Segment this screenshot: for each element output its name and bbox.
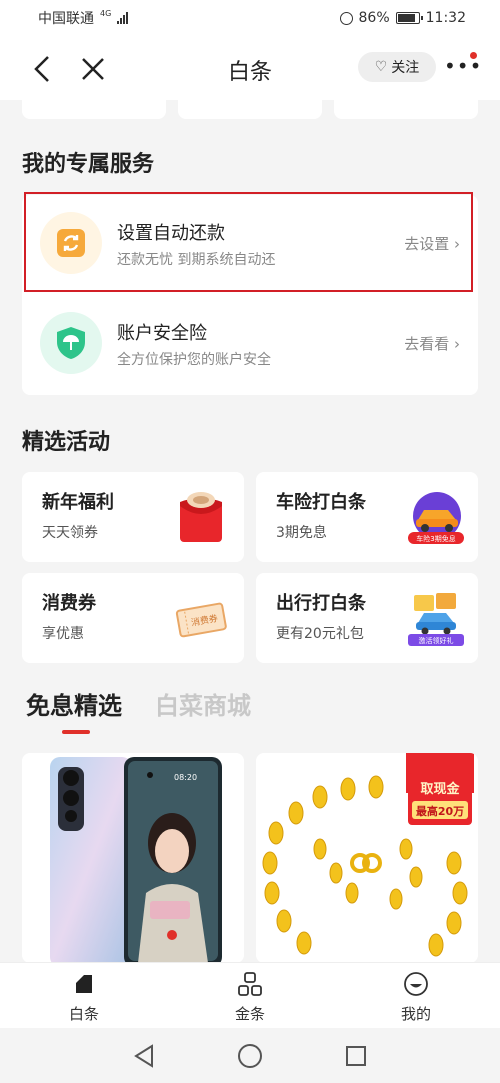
system-back-icon[interactable] xyxy=(133,1044,155,1068)
activity-title: 消费券 xyxy=(42,593,96,614)
activity-coupon[interactable]: 消费券 享优惠 消费券 xyxy=(22,573,244,663)
battery-percent: 86% xyxy=(358,10,390,26)
follow-label: 关注 xyxy=(391,60,420,76)
travel-car-icon: 激活领好礼 xyxy=(408,593,464,646)
grid-icon xyxy=(238,972,262,996)
service-account-insurance[interactable]: 账户安全险 全方位保护您的账户安全 去看看 › xyxy=(22,295,478,391)
badge-text: 车险3期免息 xyxy=(416,534,455,543)
smiley-icon xyxy=(404,972,428,996)
tab-interest-free[interactable]: 免息精选 xyxy=(26,686,122,721)
bottom-tab-bar: 白条 金条 我的 xyxy=(0,962,500,1028)
follow-button[interactable]: ♡ 关注 xyxy=(358,52,436,82)
tab-baicai-mall[interactable]: 白菜商城 xyxy=(155,686,251,721)
system-nav-bar xyxy=(0,1028,500,1083)
highlight-box xyxy=(24,192,473,292)
signal-icon xyxy=(117,12,129,24)
battery-icon xyxy=(395,12,423,24)
activity-subtitle: 3期免息 xyxy=(276,525,327,541)
gold-necklace-image: 取现金 最高20万 xyxy=(262,753,474,957)
service-subtitle: 全方位保护您的账户安全 xyxy=(117,352,271,368)
activities-title: 精选活动 xyxy=(22,430,111,455)
more-dots-icon[interactable]: ••• xyxy=(444,54,482,78)
service-title: 账户安全险 xyxy=(117,323,207,344)
activity-new-year[interactable]: 新年福利 天天领券 xyxy=(22,472,244,562)
activity-travel[interactable]: 出行打白条 更有20元礼包 激活领好礼 xyxy=(256,573,478,663)
bottom-tab-baitiao[interactable]: 白条 xyxy=(44,971,124,1024)
cut-off-cards xyxy=(0,100,500,120)
notification-dot xyxy=(470,52,477,59)
alarm-icon xyxy=(339,11,353,25)
heart-icon: ♡ xyxy=(374,59,388,75)
activity-title: 车险打白条 xyxy=(276,492,366,513)
bottom-tab-jintiao[interactable]: 金条 xyxy=(210,971,290,1024)
phone-screen-time: 08:20 xyxy=(174,773,197,782)
services-title: 我的专属服务 xyxy=(22,152,155,177)
coupon-icon: 消费券 xyxy=(175,602,227,638)
bottom-tab-mine[interactable]: 我的 xyxy=(376,971,456,1024)
product-phone[interactable]: 08:20 xyxy=(22,753,244,963)
network-type: 4G xyxy=(100,9,112,18)
activity-subtitle: 享优惠 xyxy=(42,626,84,642)
system-recent-icon[interactable] xyxy=(346,1046,366,1066)
activity-subtitle: 天天领券 xyxy=(42,525,98,541)
bottom-tab-label: 金条 xyxy=(234,1005,265,1023)
service-action[interactable]: 去看看 › xyxy=(404,333,460,354)
active-tab-indicator xyxy=(62,730,90,734)
promo-badge-line2: 最高20万 xyxy=(416,804,464,818)
bottom-tab-label: 白条 xyxy=(68,1005,99,1023)
activity-subtitle: 更有20元礼包 xyxy=(276,626,364,642)
phone-product-image: 08:20 xyxy=(50,757,222,963)
product-tabs: 免息精选 白菜商城 xyxy=(0,686,500,736)
clock: 11:32 xyxy=(425,10,466,26)
product-gold-necklace[interactable]: 取现金 最高20万 xyxy=(256,753,478,963)
activity-title: 出行打白条 xyxy=(276,593,366,614)
shield-umbrella-icon xyxy=(40,312,102,374)
carrier-label: 中国联通 xyxy=(38,11,94,27)
activity-title: 新年福利 xyxy=(42,492,114,513)
service-action-label: 去看看 xyxy=(404,335,450,353)
badge-text: 激活领好礼 xyxy=(419,636,454,645)
promo-badge-line1: 取现金 xyxy=(420,781,460,797)
baitiao-icon xyxy=(76,975,92,993)
bottom-tab-label: 我的 xyxy=(400,1005,431,1023)
car-insurance-icon: 车险3期免息 xyxy=(408,492,464,544)
status-bar: 中国联通 4G 86% 11:32 xyxy=(0,0,500,36)
system-home-icon[interactable] xyxy=(238,1044,262,1068)
chevron-right-icon: › xyxy=(454,335,460,353)
activity-car-insurance[interactable]: 车险打白条 3期免息 车险3期免息 xyxy=(256,472,478,562)
red-envelope-icon xyxy=(180,492,222,542)
nav-bar: 白条 ♡ 关注 ••• xyxy=(0,36,500,100)
